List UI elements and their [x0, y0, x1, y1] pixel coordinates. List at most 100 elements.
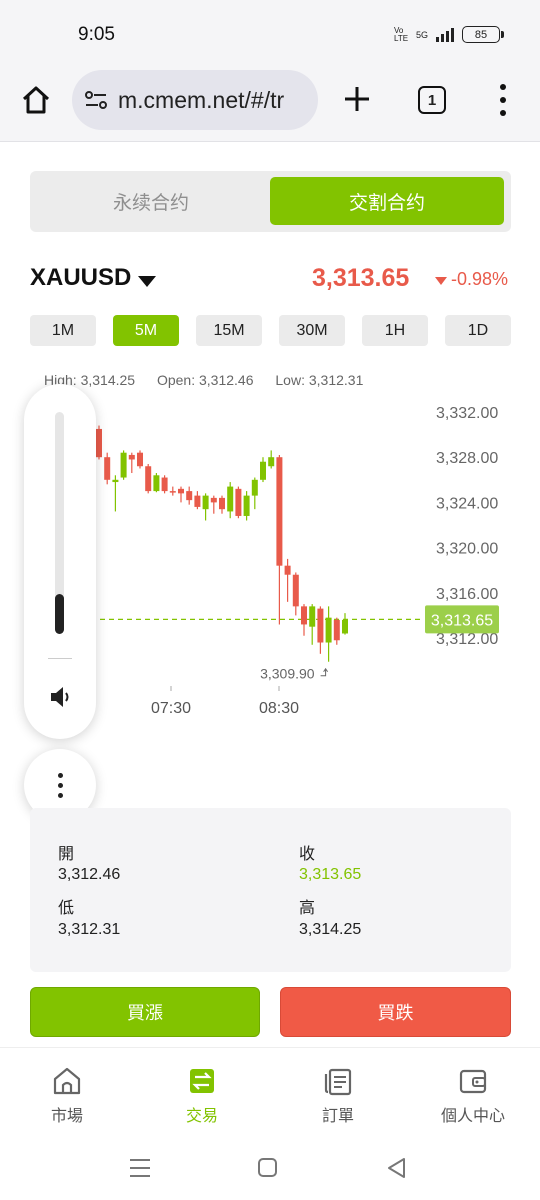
interval-1m[interactable]: 1M: [30, 315, 96, 346]
candle-body: [333, 619, 340, 641]
candle-body: [186, 491, 193, 501]
interval-selector: 1M 5M 15M 30M 1H 1D: [30, 315, 511, 347]
interval-15m[interactable]: 15M: [196, 315, 262, 346]
y-tick-label: 3,316.00: [436, 586, 498, 603]
battery-level: 85: [474, 28, 488, 41]
symbol-selector[interactable]: XAUUSD: [30, 264, 131, 292]
nav-profile-label: 個人中心: [440, 1106, 505, 1125]
candle-body: [202, 495, 209, 510]
volume-divider: [48, 658, 72, 659]
battery-icon: 85: [462, 26, 504, 43]
bottom-navigation: 市場 交易 訂單 個人中心: [0, 1047, 540, 1137]
candle-body: [342, 619, 348, 634]
x-tick-label: 08:30: [259, 700, 299, 717]
url-bar[interactable]: m.cmem.net/#/tr: [72, 70, 318, 130]
close-value: 3,313.65: [299, 866, 362, 883]
volume-slider[interactable]: [55, 412, 64, 634]
candle-body: [137, 452, 143, 467]
interval-1d[interactable]: 1D: [445, 315, 511, 346]
tab-switcher-button[interactable]: 1: [418, 86, 446, 114]
speaker-icon[interactable]: [48, 684, 74, 710]
candle-body: [325, 617, 332, 643]
candle-body: [169, 491, 176, 493]
interval-1h[interactable]: 1H: [362, 315, 428, 346]
last-price: 3,313.65: [312, 264, 410, 292]
buy-up-button[interactable]: 買漲: [30, 987, 260, 1037]
low-label: 低: [58, 900, 75, 917]
candle-body: [317, 608, 324, 643]
interval-30m[interactable]: 30M: [279, 315, 345, 346]
interval-5m[interactable]: 5M: [113, 315, 179, 346]
high-label: 高: [299, 900, 316, 917]
nav-orders-label: 訂單: [321, 1106, 354, 1125]
candle-body: [284, 565, 291, 575]
candle-body: [194, 495, 201, 507]
trade-actions: 買漲 買跌: [30, 987, 511, 1039]
candle-body: [96, 428, 102, 458]
candle-body: [309, 606, 316, 627]
candle-body: [128, 454, 135, 460]
home-square-icon[interactable]: [257, 1157, 279, 1179]
close-label: 收: [299, 846, 316, 863]
home-icon: [22, 86, 50, 114]
candle-body: [145, 466, 152, 492]
home-icon: [53, 1067, 81, 1095]
back-icon[interactable]: [386, 1157, 408, 1179]
status-time: 9:05: [78, 24, 115, 45]
nav-market[interactable]: 市場: [12, 1064, 122, 1128]
site-settings-icon[interactable]: [84, 89, 108, 111]
browser-menu-button[interactable]: [495, 84, 511, 116]
browser-toolbar: m.cmem.net/#/tr 1: [0, 62, 540, 142]
x-tick-label: 07:30: [151, 700, 191, 717]
status-bar: 9:05 Vo LTE 5G 85: [0, 0, 540, 62]
high-value: 3,314.25: [299, 921, 362, 938]
contract-type-tabs: 永续合约 交割合约: [30, 171, 511, 232]
candle-body: [243, 495, 250, 516]
ohlc-stats: 開 3,312.46 收 3,313.65 低 3,312.31 高 3,314…: [30, 808, 511, 972]
candle-body: [161, 477, 168, 492]
network-indicator: 5G: [415, 29, 428, 40]
nav-trade[interactable]: 交易: [147, 1064, 257, 1128]
y-tick-label: 3,320.00: [436, 541, 498, 558]
candle-body: [251, 479, 258, 496]
nav-profile[interactable]: 個人中心: [418, 1064, 528, 1128]
low-marker-arrow: [320, 667, 329, 677]
recents-icon[interactable]: [128, 1157, 152, 1179]
candle-body: [210, 497, 217, 503]
caret-down-icon[interactable]: [138, 276, 156, 287]
y-tick-label: 3,324.00: [436, 495, 498, 512]
browser-home-button[interactable]: [18, 82, 54, 118]
volte-indicator: Vo LTE: [393, 25, 409, 43]
low-marker-label: 3,309.90: [260, 666, 315, 682]
swap-icon: [190, 1069, 214, 1093]
ticker-row: XAUUSD 3,313.65 -0.98%: [30, 262, 511, 298]
candle-body: [219, 497, 225, 510]
down-arrow-icon: [435, 277, 447, 285]
candle-body: [268, 457, 275, 467]
candle-body: [112, 479, 119, 483]
orders-icon: [324, 1068, 352, 1096]
tab-delivery-contract[interactable]: 交割合约: [270, 177, 504, 225]
candle-body: [227, 486, 234, 512]
candle-body: [292, 574, 299, 607]
buy-down-button[interactable]: 買跌: [280, 987, 511, 1037]
new-tab-button[interactable]: [340, 82, 374, 116]
candle-body: [178, 488, 184, 494]
candle-body: [235, 488, 242, 516]
price-change: -0.98%: [451, 269, 509, 289]
volume-panel: [24, 384, 96, 739]
signal-icon: [436, 27, 454, 42]
y-tick-label: 3,312.00: [436, 631, 498, 648]
tab-perpetual-contract[interactable]: 永续合约: [34, 177, 268, 225]
y-tick-label: 3,332.00: [436, 405, 498, 422]
plus-icon: [345, 87, 369, 111]
system-navigation: [0, 1137, 540, 1200]
current-price-label: 3,313.65: [431, 612, 493, 629]
volume-level: [55, 594, 64, 634]
candle-body: [260, 461, 266, 480]
nav-market-label: 市場: [50, 1106, 83, 1125]
url-text: m.cmem.net/#/tr: [118, 86, 285, 113]
open-label: 開: [58, 846, 75, 863]
nav-orders[interactable]: 訂單: [283, 1064, 393, 1128]
candle-body: [104, 457, 111, 480]
